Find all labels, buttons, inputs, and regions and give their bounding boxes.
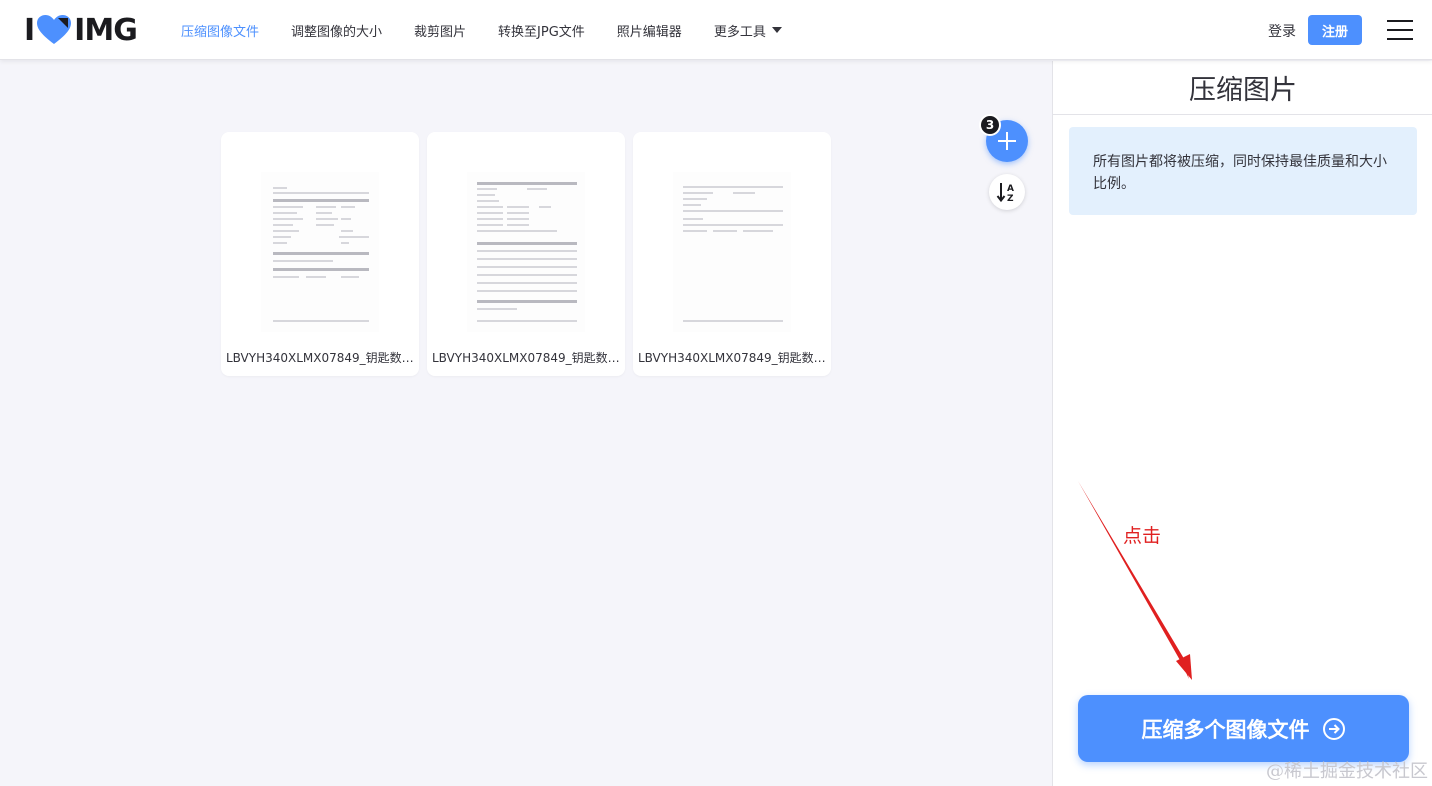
compress-button-label: 压缩多个图像文件 (1141, 717, 1310, 742)
caret-down-icon (771, 27, 782, 33)
heart-logo-icon (37, 15, 72, 44)
signup-button[interactable]: 注册 (1308, 15, 1362, 45)
options-sidebar: 压缩图片 所有图片都将被压缩，同时保持最佳质量和大小比例。 点击 压缩多个图像文… (1052, 61, 1432, 786)
svg-text:Z: Z (1007, 194, 1014, 204)
file-thumbnail (261, 172, 379, 332)
file-card[interactable]: LBVYH340XLMX07849_钥匙数据... (221, 132, 419, 376)
nav-more-tools[interactable]: 更多工具 (714, 21, 782, 40)
file-thumbnail (673, 172, 791, 332)
login-link[interactable]: 登录 (1268, 21, 1296, 41)
top-header: I IMG 压缩图像文件 调整图像的大小 裁剪图片 转换至JPG文件 照片编辑器… (0, 0, 1432, 60)
sort-az-icon: A Z (996, 183, 1014, 204)
nav-convert-jpg[interactable]: 转换至JPG文件 (498, 21, 585, 40)
file-card[interactable]: LBVYH340XLMX07849_钥匙数据... (633, 132, 831, 376)
file-thumbnail (467, 172, 585, 332)
watermark: @稀土掘金技术社区 (1266, 761, 1428, 782)
file-count-badge: 3 (979, 114, 1001, 136)
nav-resize-image[interactable]: 调整图像的大小 (291, 21, 382, 40)
logo-text-left: I (24, 12, 35, 48)
file-name: LBVYH340XLMX07849_钥匙数据... (226, 351, 416, 365)
file-card[interactable]: LBVYH340XLMX07849_钥匙数据... (427, 132, 625, 376)
menu-icon[interactable] (1387, 20, 1413, 40)
annotation-click-text: 点击 (1123, 525, 1162, 547)
file-workspace: LBVYH340XLMX07849_钥匙数据... LBVYH340XLMX07… (0, 61, 1052, 786)
nav-crop-image[interactable]: 裁剪图片 (414, 21, 466, 40)
compress-images-button[interactable]: 压缩多个图像文件 (1078, 695, 1409, 762)
nav-photo-editor[interactable]: 照片编辑器 (617, 21, 682, 40)
sort-files-button[interactable]: A Z (989, 174, 1025, 210)
arrow-circle-right-icon (1322, 717, 1345, 740)
main-nav: 压缩图像文件 调整图像的大小 裁剪图片 转换至JPG文件 照片编辑器 更多工具 (181, 0, 814, 60)
svg-text:A: A (1007, 184, 1014, 194)
logo[interactable]: I IMG (24, 12, 138, 48)
annotation-arrow (1078, 481, 1192, 680)
nav-more-tools-label: 更多工具 (713, 24, 766, 40)
file-name: LBVYH340XLMX07849_钥匙数据... (432, 351, 622, 365)
nav-compress-image[interactable]: 压缩图像文件 (181, 21, 259, 40)
plus-icon (998, 132, 1016, 150)
file-name: LBVYH340XLMX07849_钥匙数据... (638, 351, 828, 365)
logo-text-right: IMG (74, 12, 138, 48)
